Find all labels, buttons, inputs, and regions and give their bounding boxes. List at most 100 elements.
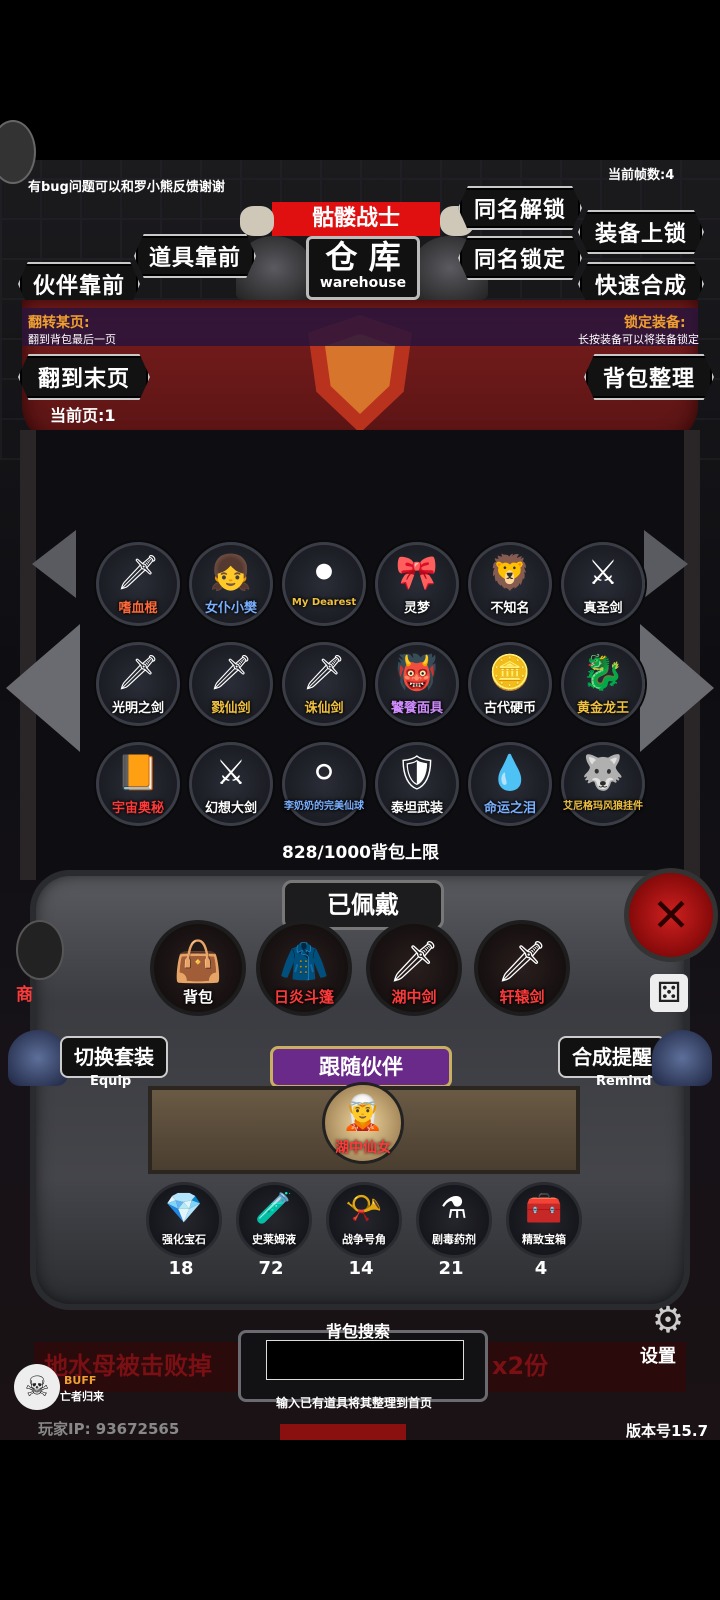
- skull-icon: ☠: [14, 1364, 60, 1410]
- bag-icon: 👜: [173, 939, 223, 985]
- warehouse-item[interactable]: 🐉 黄金龙王: [561, 642, 645, 726]
- warehouse-item[interactable]: ⚫ My Dearest: [282, 542, 366, 626]
- warehouse-item-label: 泰坦武装: [390, 801, 443, 816]
- lock-equipment-button[interactable]: 装备上锁: [578, 210, 704, 254]
- warehouse-item[interactable]: 👧 女仆小樊: [189, 542, 273, 626]
- hp-bar: [280, 1424, 406, 1440]
- switch-set-label: 切换套装: [60, 1036, 168, 1078]
- feedback-notice: 有bug问题可以和罗小熊反馈谢谢: [28, 180, 225, 195]
- warehouse-item-label: 真圣剑: [583, 601, 623, 616]
- warehouse-item[interactable]: ⚪ 李奶奶的完美仙球: [282, 742, 366, 826]
- warehouse-item[interactable]: 🗡 戮仙剑: [189, 642, 273, 726]
- consumable-count: 18: [168, 1258, 194, 1279]
- warehouse-item[interactable]: 🗡 光明之剑: [96, 642, 180, 726]
- warehouse-item-label: 李奶奶的完美仙球: [284, 801, 364, 812]
- consumable-count: 72: [258, 1258, 284, 1279]
- consumable-count: 4: [534, 1258, 548, 1279]
- mask-icon: 👹: [395, 653, 439, 693]
- light-sword-icon: 🗡: [116, 653, 160, 693]
- potion-icon: 🧪: [255, 1191, 293, 1226]
- lock-equip-hint-desc: 长按装备可以将装备锁定: [578, 333, 699, 346]
- gear-icon: ⚙: [651, 1300, 685, 1341]
- warehouse-item-label: 命运之泪: [483, 801, 536, 816]
- next-small-arrow[interactable]: [644, 530, 688, 598]
- warehouse-item[interactable]: 🎀 灵梦: [375, 542, 459, 626]
- consumable-item[interactable]: 🧰 精致宝箱: [506, 1182, 582, 1258]
- helmet-icon: [8, 1030, 68, 1086]
- warehouse-item[interactable]: ⚔ 真圣剑: [561, 542, 645, 626]
- fairy-icon: 🧝: [341, 1093, 385, 1133]
- partner-slot[interactable]: 🧝 湖中仙女: [322, 1082, 404, 1164]
- top-black-bar: [0, 0, 720, 160]
- warehouse-item[interactable]: 🗡 嗜血棍: [96, 542, 180, 626]
- horn-icon: 📯: [345, 1191, 383, 1226]
- consumable-label: 精致宝箱: [522, 1233, 566, 1246]
- consumable-item[interactable]: 📯 战争号角: [326, 1182, 402, 1258]
- warehouse-item-label: 戮仙剑: [211, 701, 251, 716]
- player-ip: 玩家IP: 93672565: [38, 1420, 180, 1438]
- warehouse-item[interactable]: 🛡 泰坦武装: [375, 742, 459, 826]
- buff-button[interactable]: ☠ BUFF 亡者归来: [14, 1364, 104, 1410]
- items-first-button[interactable]: 道具靠前: [134, 234, 256, 278]
- warehouse-item-label: 诛仙剑: [304, 701, 344, 716]
- warehouse-item[interactable]: 🗡 诛仙剑: [282, 642, 366, 726]
- consumable-label: 剧毒药剂: [432, 1233, 476, 1246]
- warehouse-item-label: 嗜血棍: [118, 601, 158, 616]
- coin-icon: 🪙: [488, 653, 532, 693]
- go-last-page-button[interactable]: 翻到末页: [18, 354, 150, 400]
- equipped-slot[interactable]: 🧥 日炎斗篷: [256, 920, 352, 1016]
- warehouse-item-label: 不知名: [490, 601, 530, 616]
- consumable-item[interactable]: ⚗ 剧毒药剂: [416, 1182, 492, 1258]
- close-button[interactable]: ✕: [624, 868, 718, 962]
- slay-sword-icon: 🗡: [209, 653, 253, 693]
- warehouse-item-label: 艾尼格玛风狼挂件: [563, 801, 643, 812]
- equipped-slot-label: 轩辕剑: [499, 988, 545, 1006]
- warehouse-item[interactable]: ⚔ 幻想大剑: [189, 742, 273, 826]
- consumable-item[interactable]: 💎 强化宝石: [146, 1182, 222, 1258]
- warehouse-item[interactable]: 👹 饕餮面具: [375, 642, 459, 726]
- maid-icon: 👧: [209, 553, 253, 593]
- consumable-item[interactable]: 🧪 史莱姆液: [236, 1182, 312, 1258]
- search-input[interactable]: [266, 1340, 464, 1380]
- shop-label: 商: [16, 985, 33, 1005]
- current-page: 当前页:1: [50, 406, 116, 425]
- prev-page-arrow[interactable]: [6, 624, 80, 752]
- warehouse-item-label: 宇宙奥秘: [111, 801, 164, 816]
- warehouse-item[interactable]: 📙 宇宙奥秘: [96, 742, 180, 826]
- sort-backpack-button[interactable]: 背包整理: [584, 354, 714, 400]
- version-number: 版本号15.7: [626, 1422, 709, 1440]
- unlock-same-name-button[interactable]: 同名解锁: [458, 186, 582, 230]
- warehouse-item[interactable]: 💧 命运之泪: [468, 742, 552, 826]
- consumable-count: 14: [348, 1258, 374, 1279]
- ticker-right: x2份: [492, 1352, 549, 1380]
- xuanyuan-sword-icon: 🗡: [496, 939, 548, 985]
- frame-count: 当前帧数:4: [608, 168, 675, 183]
- consumable-label: 强化宝石: [162, 1233, 206, 1246]
- flip-page-hint-title: 翻转某页:: [28, 315, 90, 331]
- next-page-arrow[interactable]: [640, 624, 714, 752]
- equipped-slot[interactable]: 🗡 轩辕剑: [474, 920, 570, 1016]
- synthesis-remind-button[interactable]: 合成提醒 Remind: [556, 1030, 712, 1090]
- consumable-label: 战争号角: [342, 1233, 386, 1246]
- warehouse-item[interactable]: 🐺 艾尼格玛风狼挂件: [561, 742, 645, 826]
- equipped-slot[interactable]: 🗡 湖中剑: [366, 920, 462, 1016]
- warehouse-item[interactable]: 🪙 古代硬币: [468, 642, 552, 726]
- warehouse-item[interactable]: 🦁 不知名: [468, 542, 552, 626]
- shop-button[interactable]: 商: [16, 920, 64, 1005]
- settings-button[interactable]: ⚙ 设置: [640, 1300, 696, 1367]
- holy-sword-icon: ⚔: [587, 553, 619, 593]
- warehouse-item-label: 灵梦: [403, 601, 430, 616]
- equipped-slot[interactable]: 👜 背包: [150, 920, 246, 1016]
- synthesis-remind-sub: Remind: [596, 1074, 652, 1089]
- book-icon: 📙: [116, 753, 160, 793]
- lake-sword-icon: 🗡: [388, 939, 440, 985]
- dice-icon[interactable]: ⚄: [650, 974, 688, 1012]
- consumable-count: 21: [438, 1258, 464, 1279]
- switch-set-button[interactable]: 切换套装 Equip: [8, 1030, 168, 1090]
- lock-same-name-button[interactable]: 同名锁定: [458, 236, 582, 280]
- prev-small-arrow[interactable]: [32, 530, 76, 598]
- shrine-maiden-icon: 🎀: [395, 553, 439, 593]
- partner-name: 湖中仙女: [335, 1140, 391, 1156]
- wolf-pendant-icon: 🐺: [581, 753, 625, 793]
- equipped-title: 已佩戴: [327, 891, 399, 919]
